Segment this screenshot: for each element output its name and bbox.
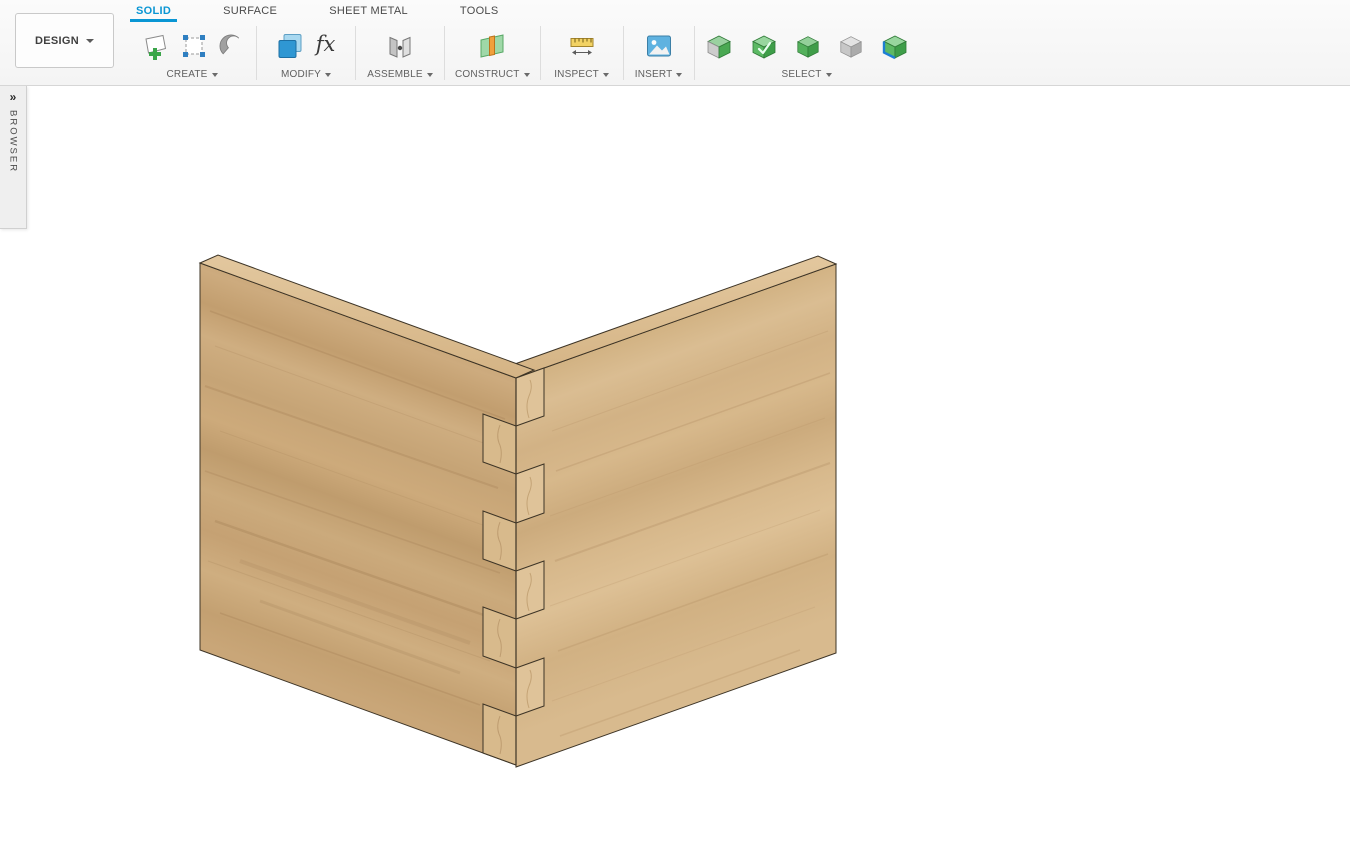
measure-icon[interactable]	[567, 31, 597, 61]
joint-finger	[516, 658, 544, 716]
tab-solid[interactable]: SOLID	[130, 0, 177, 22]
joint-finger	[516, 464, 544, 523]
browser-panel-collapsed[interactable]: » BROWSER	[0, 86, 27, 229]
tab-surface[interactable]: SURFACE	[217, 0, 283, 22]
tab-tools[interactable]: TOOLS	[454, 0, 505, 22]
toolbar-group-construct: CONSTRUCT	[445, 22, 540, 84]
assemble-dropdown[interactable]: ASSEMBLE	[367, 69, 433, 80]
select-check-cube-icon[interactable]	[750, 32, 778, 60]
insert-dropdown[interactable]: INSERT	[635, 69, 683, 80]
toolbar-header: DESIGN SOLID SURFACE SHEET METAL TOOLS	[0, 0, 1350, 86]
press-pull-icon[interactable]	[275, 31, 305, 61]
parameters-fx-icon[interactable]: fx	[314, 34, 338, 59]
toolbar-group-inspect: INSPECT	[541, 22, 623, 84]
create-dropdown[interactable]: CREATE	[166, 69, 217, 80]
toolbar-group-insert: INSERT	[624, 22, 694, 84]
browser-panel-label: BROWSER	[8, 110, 19, 173]
toolbar-group-create: CREATE	[128, 22, 256, 84]
select-edge-cube-icon[interactable]	[881, 32, 909, 60]
chevron-down-icon	[427, 73, 433, 77]
select-gray-cube-icon[interactable]	[838, 33, 864, 59]
sketch-handles-icon[interactable]	[179, 31, 209, 61]
right-board-face[interactable]	[516, 264, 836, 767]
construction-plane-icon[interactable]	[477, 31, 507, 61]
construct-dropdown[interactable]: CONSTRUCT	[455, 69, 530, 80]
chevron-down-icon	[212, 73, 218, 77]
chevron-down-icon	[676, 73, 682, 77]
chevron-down-icon	[826, 73, 832, 77]
chevron-down-icon	[325, 73, 331, 77]
joint-finger	[516, 561, 544, 619]
chevron-down-icon	[86, 39, 94, 43]
viewport-canvas[interactable]	[0, 86, 1350, 859]
select-solid-cube-icon[interactable]	[795, 33, 821, 59]
chevron-down-icon	[603, 73, 609, 77]
design-menu-button[interactable]: DESIGN	[15, 13, 114, 68]
create-sketch-icon[interactable]	[140, 31, 170, 61]
joint-finger	[516, 368, 544, 426]
select-dropdown[interactable]: SELECT	[782, 69, 832, 80]
modify-dropdown[interactable]: MODIFY	[281, 69, 331, 80]
tab-sheet-metal[interactable]: SHEET METAL	[323, 0, 414, 22]
workspace-tabs: SOLID SURFACE SHEET METAL TOOLS	[130, 0, 504, 22]
inspect-dropdown[interactable]: INSPECT	[554, 69, 609, 80]
joint-icon[interactable]	[385, 31, 415, 61]
expand-panel-icon: »	[10, 91, 17, 103]
chevron-down-icon	[524, 73, 530, 77]
left-board-face[interactable]	[200, 263, 516, 765]
toolbar-group-modify: fx MODIFY	[257, 22, 355, 84]
insert-image-icon[interactable]	[644, 31, 674, 61]
viewport[interactable]	[0, 86, 1350, 859]
select-cube-icon[interactable]	[705, 32, 733, 60]
toolbar-group-assemble: ASSEMBLE	[356, 22, 444, 84]
toolbar-group-select: SELECT	[695, 22, 919, 84]
toolbar-groups: CREATE fx MODIFY	[128, 22, 919, 84]
design-menu-label: DESIGN	[35, 35, 79, 47]
form-sweep-icon[interactable]	[218, 33, 244, 59]
